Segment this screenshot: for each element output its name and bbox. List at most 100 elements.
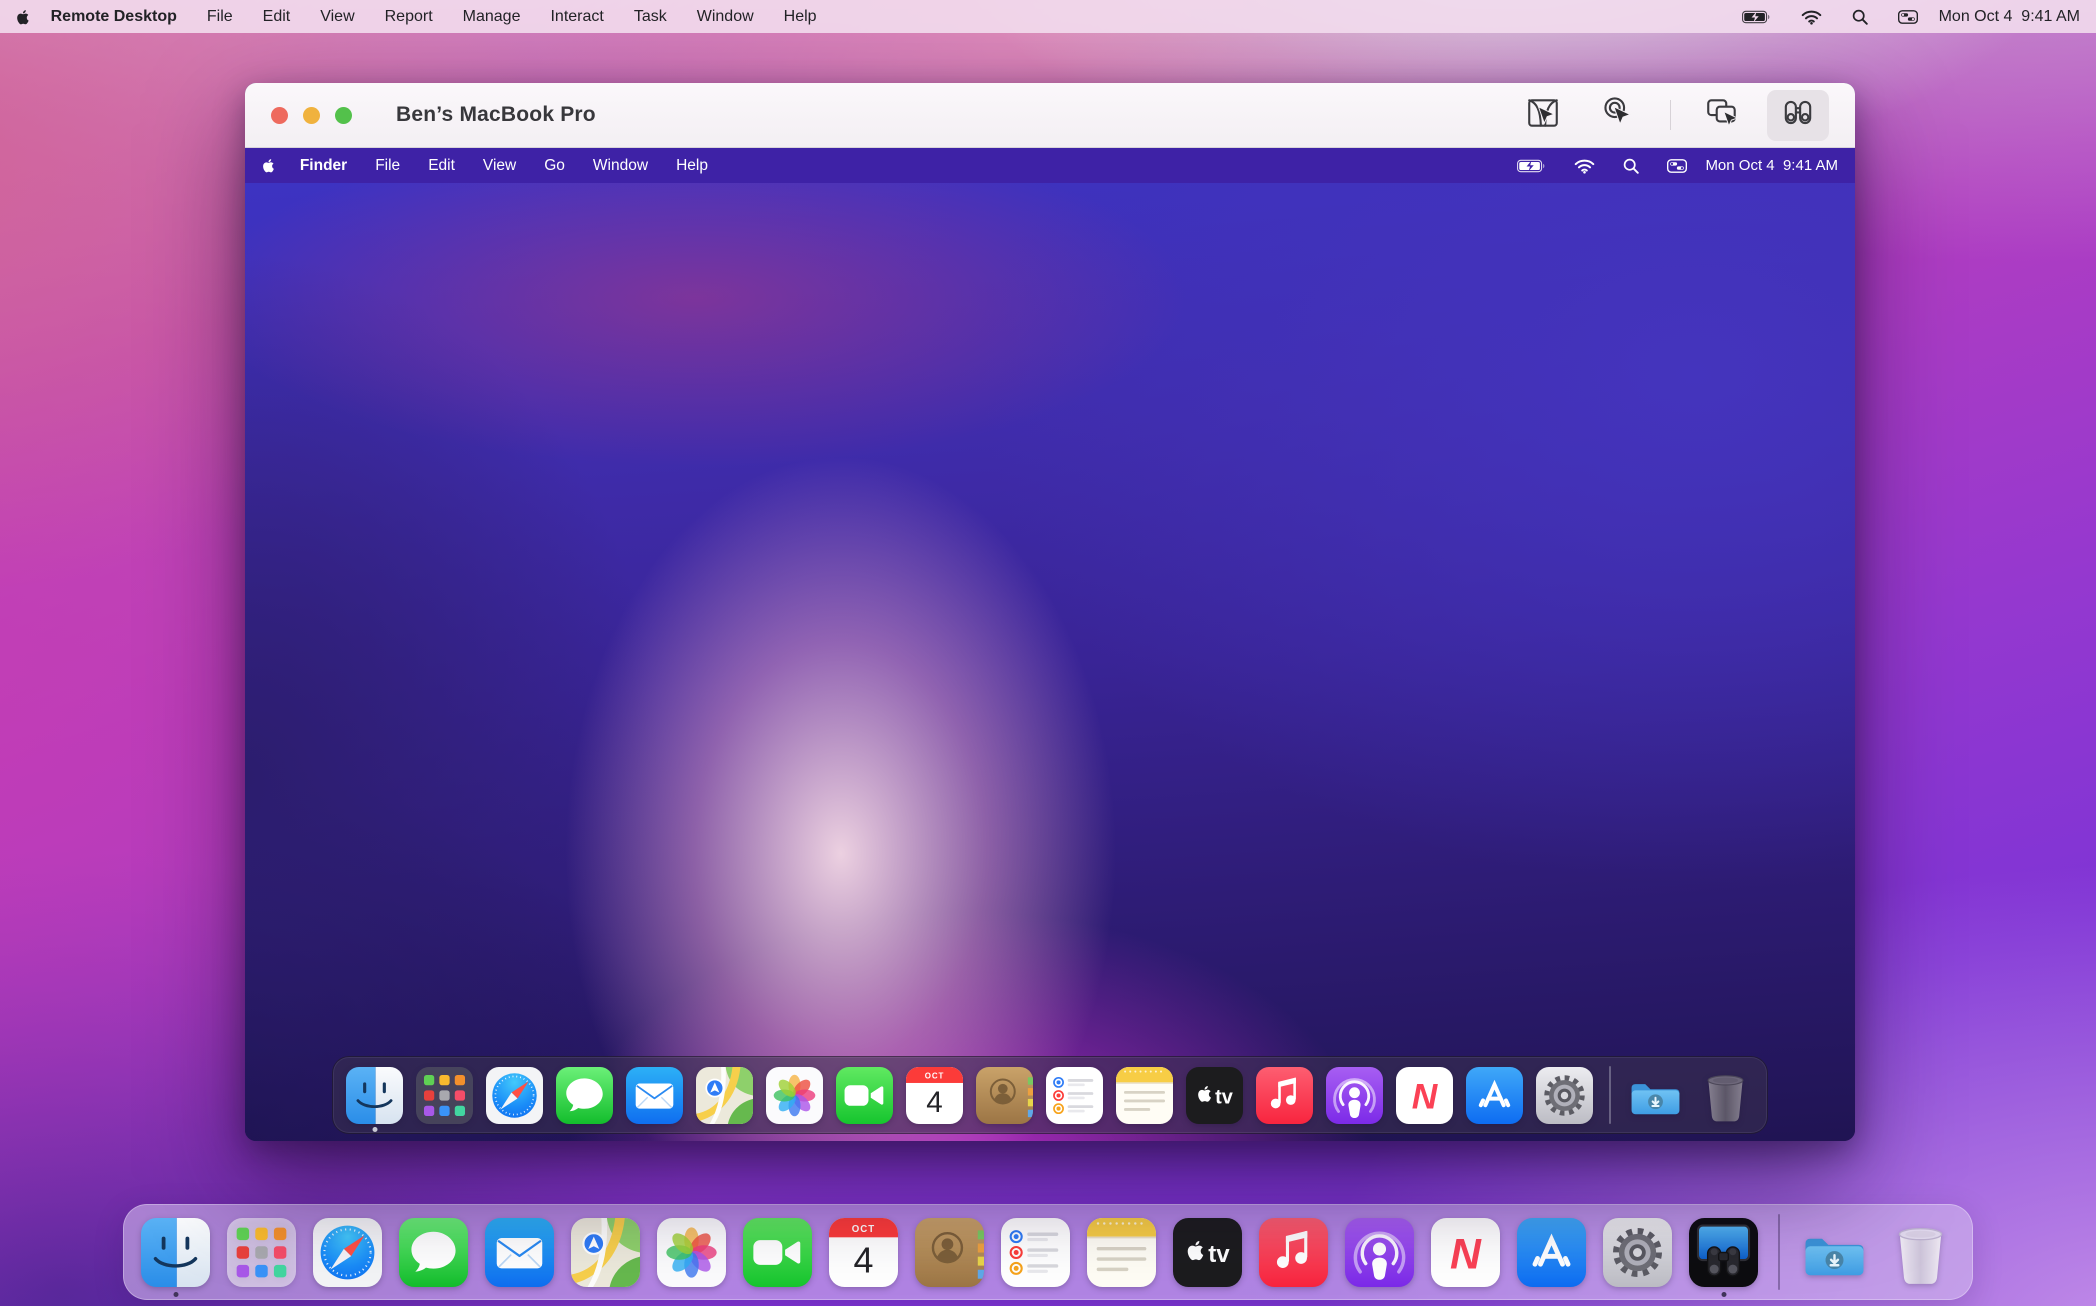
control-center-icon[interactable] <box>1898 9 1918 25</box>
battery-icon[interactable] <box>1742 9 1771 25</box>
window-title: Ben’s MacBook Pro <box>396 103 596 127</box>
dock-item-mail[interactable] <box>485 1218 554 1287</box>
dock-item-remotedesktop[interactable] <box>1689 1218 1758 1287</box>
menu-item-file[interactable]: File <box>207 8 233 26</box>
dock-item-contacts[interactable] <box>976 1067 1033 1124</box>
dock-item-finder[interactable] <box>141 1218 210 1287</box>
menu-item-manage[interactable]: Manage <box>463 8 521 26</box>
host-app-menu-title[interactable]: Remote Desktop <box>51 8 177 26</box>
dock-item-settings[interactable] <box>1536 1067 1593 1124</box>
dock-item-tv[interactable]: tv <box>1173 1218 1242 1287</box>
dock-item-finder[interactable] <box>346 1067 403 1124</box>
menu-item-help[interactable]: Help <box>784 8 817 26</box>
running-indicator-dot <box>372 1127 377 1132</box>
dock-item-podcasts[interactable] <box>1326 1067 1383 1124</box>
apple-menu-icon[interactable] <box>16 9 29 25</box>
traffic-lights <box>271 107 352 124</box>
menu-item-report[interactable]: Report <box>385 8 433 26</box>
remote-menubar-clock[interactable]: Mon Oct 4 9:41 AM <box>1705 157 1838 174</box>
observe-mode-button[interactable] <box>1767 90 1829 141</box>
dock-item-messages[interactable] <box>556 1067 613 1124</box>
wifi-icon[interactable] <box>1801 9 1822 25</box>
menu-item-interact[interactable]: Interact <box>550 8 603 26</box>
dock-item-launchpad[interactable] <box>416 1067 473 1124</box>
contacts-icon <box>915 1218 984 1287</box>
control-center-icon[interactable] <box>1667 158 1687 174</box>
menu-item-view[interactable]: View <box>320 8 354 26</box>
menu-item-task[interactable]: Task <box>634 8 667 26</box>
dock-item-trash[interactable] <box>1886 1218 1955 1287</box>
svg-text:OCT: OCT <box>852 1223 876 1234</box>
trash-icon <box>1886 1218 1955 1287</box>
finder-icon <box>141 1218 210 1287</box>
mail-icon <box>485 1218 554 1287</box>
dock-item-appstore[interactable] <box>1466 1067 1523 1124</box>
finder-icon <box>346 1067 403 1124</box>
menu-item-go[interactable]: Go <box>544 157 565 175</box>
dock-item-maps[interactable] <box>571 1218 640 1287</box>
menu-item-edit[interactable]: Edit <box>428 157 455 175</box>
dock-item-messages[interactable] <box>399 1218 468 1287</box>
appstore-icon <box>1517 1218 1586 1287</box>
dock-item-safari[interactable] <box>313 1218 382 1287</box>
toolbar-divider <box>1670 100 1671 130</box>
dock-item-news[interactable]: N <box>1431 1218 1500 1287</box>
dock-item-photos[interactable] <box>657 1218 726 1287</box>
remote-apple-menu-icon[interactable] <box>262 158 274 173</box>
dock-item-notes[interactable] <box>1116 1067 1173 1124</box>
mail-icon <box>626 1067 683 1124</box>
dock-item-launchpad[interactable] <box>227 1218 296 1287</box>
search-icon[interactable] <box>1852 9 1868 25</box>
close-button[interactable] <box>271 107 288 124</box>
menu-item-window[interactable]: Window <box>697 8 754 26</box>
dock-item-calendar[interactable]: OCT 4 <box>829 1218 898 1287</box>
share-screen-button[interactable] <box>1691 90 1753 141</box>
dock-item-downloads[interactable] <box>1800 1218 1869 1287</box>
dock-item-reminders[interactable] <box>1046 1067 1103 1124</box>
host-menubar-clock[interactable]: Mon Oct 4 9:41 AM <box>1939 8 2080 26</box>
menu-item-window[interactable]: Window <box>593 157 648 175</box>
menu-item-help[interactable]: Help <box>676 157 708 175</box>
svg-text:4: 4 <box>854 1240 874 1280</box>
launchpad-icon <box>227 1218 296 1287</box>
menu-item-file[interactable]: File <box>375 157 400 175</box>
zoom-button[interactable] <box>335 107 352 124</box>
dock-item-music[interactable] <box>1256 1067 1313 1124</box>
dock-item-facetime[interactable] <box>836 1067 893 1124</box>
dock-item-maps[interactable] <box>696 1067 753 1124</box>
dock-item-facetime[interactable] <box>743 1218 812 1287</box>
dock-item-downloads[interactable] <box>1627 1067 1684 1124</box>
control-mode-button[interactable] <box>1588 90 1650 141</box>
remote-desktop-wallpaper: OCT 4 tv <box>245 183 1855 1141</box>
launchpad-icon <box>416 1067 473 1124</box>
dock-item-tv[interactable]: tv <box>1186 1067 1243 1124</box>
host-status-area: Mon Oct 4 9:41 AM <box>1742 8 2080 26</box>
dock-item-contacts[interactable] <box>915 1218 984 1287</box>
dock-item-mail[interactable] <box>626 1067 683 1124</box>
dock-item-photos[interactable] <box>766 1067 823 1124</box>
svg-text:N: N <box>1412 1077 1439 1116</box>
dock-item-news[interactable]: N <box>1396 1067 1453 1124</box>
dock-item-trash[interactable] <box>1697 1067 1754 1124</box>
dock-item-music[interactable] <box>1259 1218 1328 1287</box>
dock-item-notes[interactable] <box>1087 1218 1156 1287</box>
minimize-button[interactable] <box>303 107 320 124</box>
dock-item-safari[interactable] <box>486 1067 543 1124</box>
observe-mode-icon <box>1780 97 1816 134</box>
menu-item-view[interactable]: View <box>483 157 516 175</box>
music-icon <box>1259 1218 1328 1287</box>
menu-item-edit[interactable]: Edit <box>263 8 291 26</box>
battery-icon[interactable] <box>1517 158 1546 174</box>
dock-item-reminders[interactable] <box>1001 1218 1070 1287</box>
search-icon[interactable] <box>1623 158 1639 174</box>
remote-desktop-window: Ben’s MacBook Pro Finder File Edit View Go W… <box>245 83 1855 1141</box>
dock-item-podcasts[interactable] <box>1345 1218 1414 1287</box>
svg-text:tv: tv <box>1208 1241 1230 1268</box>
wifi-icon[interactable] <box>1574 158 1595 174</box>
dock-item-appstore[interactable] <box>1517 1218 1586 1287</box>
dock-item-settings[interactable] <box>1603 1218 1672 1287</box>
curtain-mode-button[interactable] <box>1512 90 1574 141</box>
notes-icon <box>1116 1067 1173 1124</box>
remote-app-menu-title[interactable]: Finder <box>300 157 347 175</box>
dock-item-calendar[interactable]: OCT 4 <box>906 1067 963 1124</box>
